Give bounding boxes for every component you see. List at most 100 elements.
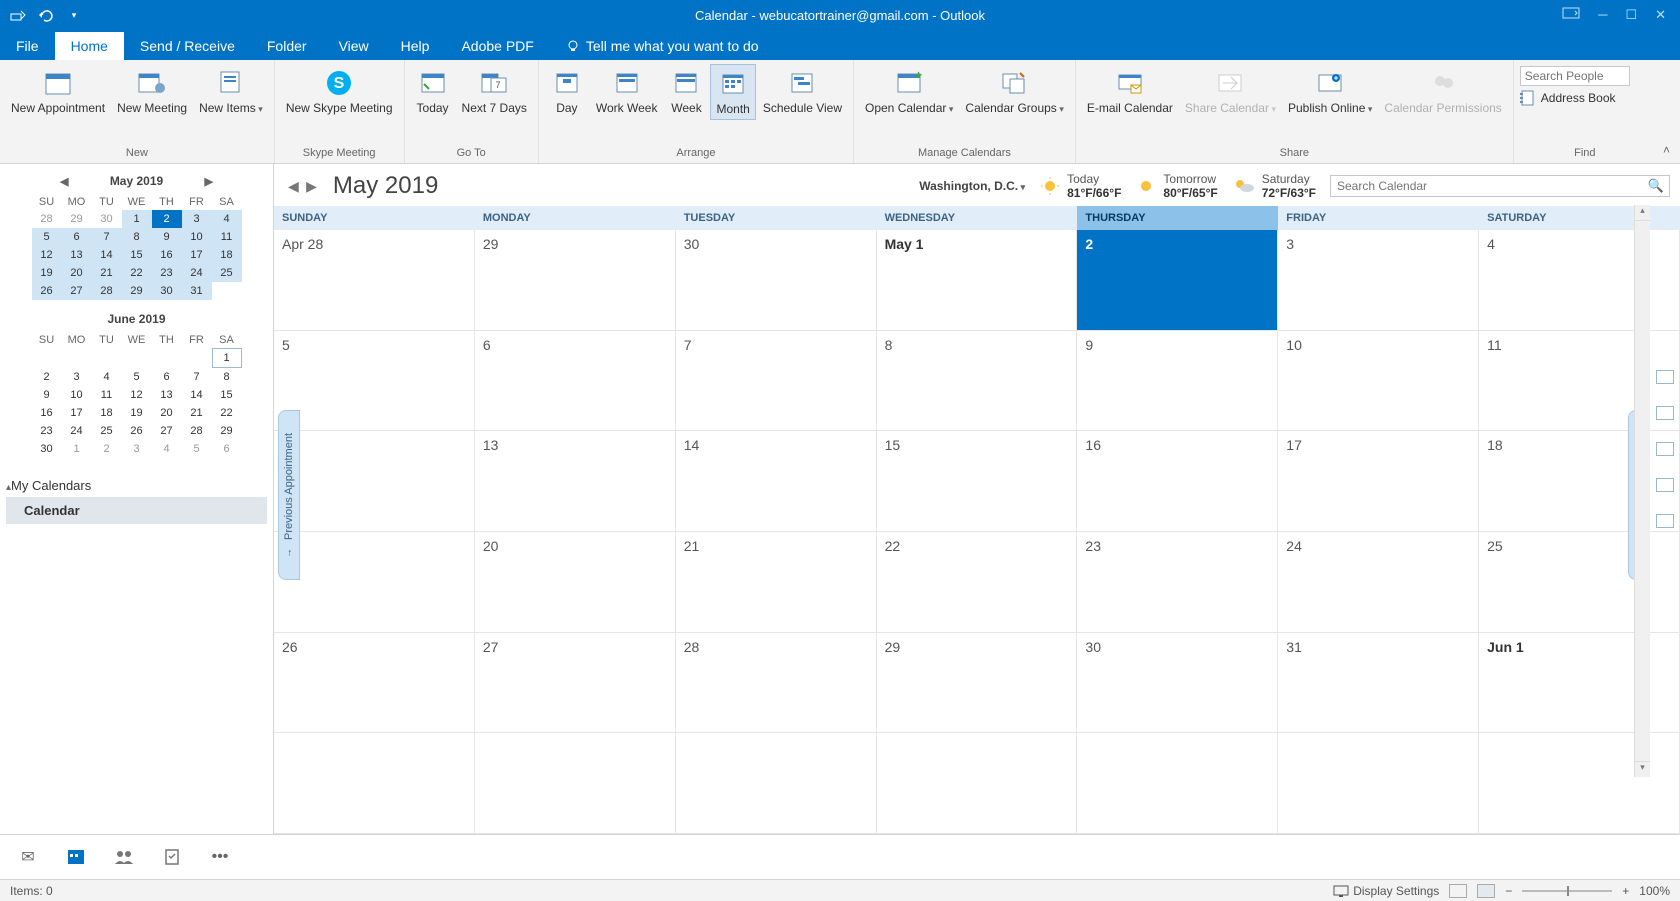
calendar-prev-icon[interactable]: ◀ (288, 178, 299, 194)
calendar-day-cell[interactable]: 20 (475, 532, 676, 633)
search-people-input[interactable] (1520, 66, 1630, 86)
schedule-view-button[interactable]: Schedule View (758, 64, 847, 118)
calendar-day-cell[interactable]: 5 (274, 331, 475, 432)
previous-appointment-tab[interactable]: →Previous Appointment (278, 410, 300, 580)
minical-day[interactable]: 14 (92, 246, 122, 264)
minical-day[interactable]: 28 (92, 282, 122, 300)
minical-day[interactable]: 22 (122, 264, 152, 282)
calendar-day-cell[interactable]: 17 (1278, 431, 1479, 532)
minical-day[interactable]: 27 (62, 282, 92, 300)
minical-day[interactable]: 3 (62, 368, 92, 386)
minical-day[interactable]: 3 (122, 440, 152, 458)
calendar-day-cell[interactable] (475, 733, 676, 834)
calendar-day-cell[interactable]: 7 (676, 331, 877, 432)
open-calendar-button[interactable]: + Open Calendar (860, 64, 958, 118)
search-icon[interactable]: 🔍 (1648, 178, 1664, 194)
minical-day[interactable]: 20 (152, 404, 182, 422)
minical-day[interactable]: 30 (32, 440, 62, 458)
people-nav-icon[interactable] (114, 847, 134, 867)
minical-day[interactable]: 28 (32, 210, 62, 228)
minical-prev-icon[interactable]: ◀ (56, 175, 72, 188)
calendar-day-cell[interactable]: 22 (877, 532, 1078, 633)
tell-me-search[interactable]: Tell me what you want to do (550, 32, 775, 60)
day-view-button[interactable]: Day (545, 64, 589, 118)
calendar-nav-icon[interactable] (66, 847, 86, 867)
ribbon-options-icon[interactable] (1562, 7, 1580, 23)
minical-day[interactable]: 19 (32, 264, 62, 282)
calendar-day-cell[interactable]: 21 (676, 532, 877, 633)
minical-day[interactable]: 19 (122, 404, 152, 422)
tasks-nav-icon[interactable] (162, 847, 182, 867)
minical-day[interactable]: 5 (32, 228, 62, 246)
weather-saturday[interactable]: Saturday72°F/63°F (1232, 172, 1316, 200)
peek-day-icon[interactable] (1656, 370, 1674, 384)
work-week-button[interactable]: Work Week (591, 64, 663, 118)
calendar-scrollbar[interactable]: ▴ ▾ (1634, 205, 1650, 777)
minical-day[interactable]: 9 (152, 228, 182, 246)
minical-day[interactable]: 2 (152, 210, 182, 228)
calendar-day-cell[interactable]: 10 (1278, 331, 1479, 432)
minical-day[interactable]: 17 (182, 246, 212, 264)
search-calendar-input[interactable] (1330, 175, 1670, 197)
minical-day[interactable]: 29 (212, 422, 242, 440)
zoom-in-icon[interactable]: + (1622, 884, 1629, 898)
tab-view[interactable]: View (323, 32, 385, 60)
minical-day[interactable]: 10 (62, 386, 92, 404)
weather-today[interactable]: Today81°F/66°F (1039, 172, 1121, 200)
skype-meeting-button[interactable]: S New Skype Meeting (281, 64, 398, 118)
minical-day[interactable]: 8 (212, 368, 242, 386)
my-calendars-header[interactable]: My Calendars (6, 474, 267, 497)
calendar-day-cell[interactable]: 15 (877, 431, 1078, 532)
calendar-day-cell[interactable]: 2 (1077, 230, 1278, 331)
calendar-day-cell[interactable]: May 1 (877, 230, 1078, 331)
minical-day[interactable]: 13 (62, 246, 92, 264)
weather-tomorrow[interactable]: Tomorrow80°F/65°F (1135, 172, 1217, 200)
minical-day[interactable]: 21 (92, 264, 122, 282)
peek-month-icon[interactable] (1656, 478, 1674, 492)
minimize-icon[interactable]: ─ (1598, 7, 1607, 23)
minical-day[interactable]: 16 (152, 246, 182, 264)
calendar-day-cell[interactable]: 30 (1077, 633, 1278, 734)
new-items-button[interactable]: New Items (194, 64, 268, 118)
minical-day[interactable]: 4 (92, 368, 122, 386)
tab-file[interactable]: File (0, 32, 55, 60)
email-calendar-button[interactable]: E-mail Calendar (1082, 64, 1178, 118)
scroll-up-icon[interactable]: ▴ (1635, 205, 1650, 221)
publish-online-button[interactable]: Publish Online (1283, 64, 1377, 118)
zoom-out-icon[interactable]: − (1505, 884, 1512, 898)
calendar-day-cell[interactable]: 9 (1077, 331, 1278, 432)
minical-day[interactable]: 26 (32, 282, 62, 300)
minical-day[interactable]: 6 (212, 440, 242, 458)
calendar-day-cell[interactable]: 31 (1278, 633, 1479, 734)
minical-day[interactable]: 1 (62, 440, 92, 458)
undo-icon[interactable] (38, 7, 54, 23)
calendar-day-cell[interactable]: Apr 28 (274, 230, 475, 331)
minical-day[interactable]: 21 (182, 404, 212, 422)
more-nav-icon[interactable]: ••• (210, 847, 230, 867)
calendar-groups-button[interactable]: Calendar Groups (960, 64, 1068, 118)
calendar-day-cell[interactable]: 12 (274, 431, 475, 532)
minical-day[interactable]: 2 (92, 440, 122, 458)
qat-send-receive-icon[interactable] (10, 7, 26, 23)
tab-adobe-pdf[interactable]: Adobe PDF (445, 32, 549, 60)
minical-day[interactable]: 22 (212, 404, 242, 422)
minical-day[interactable]: 25 (212, 264, 242, 282)
minical-day[interactable]: 12 (32, 246, 62, 264)
calendar-day-cell[interactable] (274, 733, 475, 834)
calendar-day-cell[interactable]: 14 (676, 431, 877, 532)
calendar-day-cell[interactable]: 16 (1077, 431, 1278, 532)
minical-day[interactable]: 1 (212, 348, 242, 368)
peek-schedule-icon[interactable] (1656, 514, 1674, 528)
minical-day[interactable]: 3 (182, 210, 212, 228)
zoom-slider[interactable] (1522, 890, 1612, 892)
scroll-down-icon[interactable]: ▾ (1635, 761, 1650, 777)
calendar-day-cell[interactable]: 6 (475, 331, 676, 432)
minical-day[interactable]: 4 (212, 210, 242, 228)
minical-day[interactable]: 7 (92, 228, 122, 246)
minical-day[interactable]: 6 (152, 368, 182, 386)
tab-help[interactable]: Help (385, 32, 446, 60)
calendar-day-cell[interactable]: 26 (274, 633, 475, 734)
minical-day[interactable]: 29 (122, 282, 152, 300)
peek-week-icon[interactable] (1656, 442, 1674, 456)
minical-day[interactable]: 15 (212, 386, 242, 404)
